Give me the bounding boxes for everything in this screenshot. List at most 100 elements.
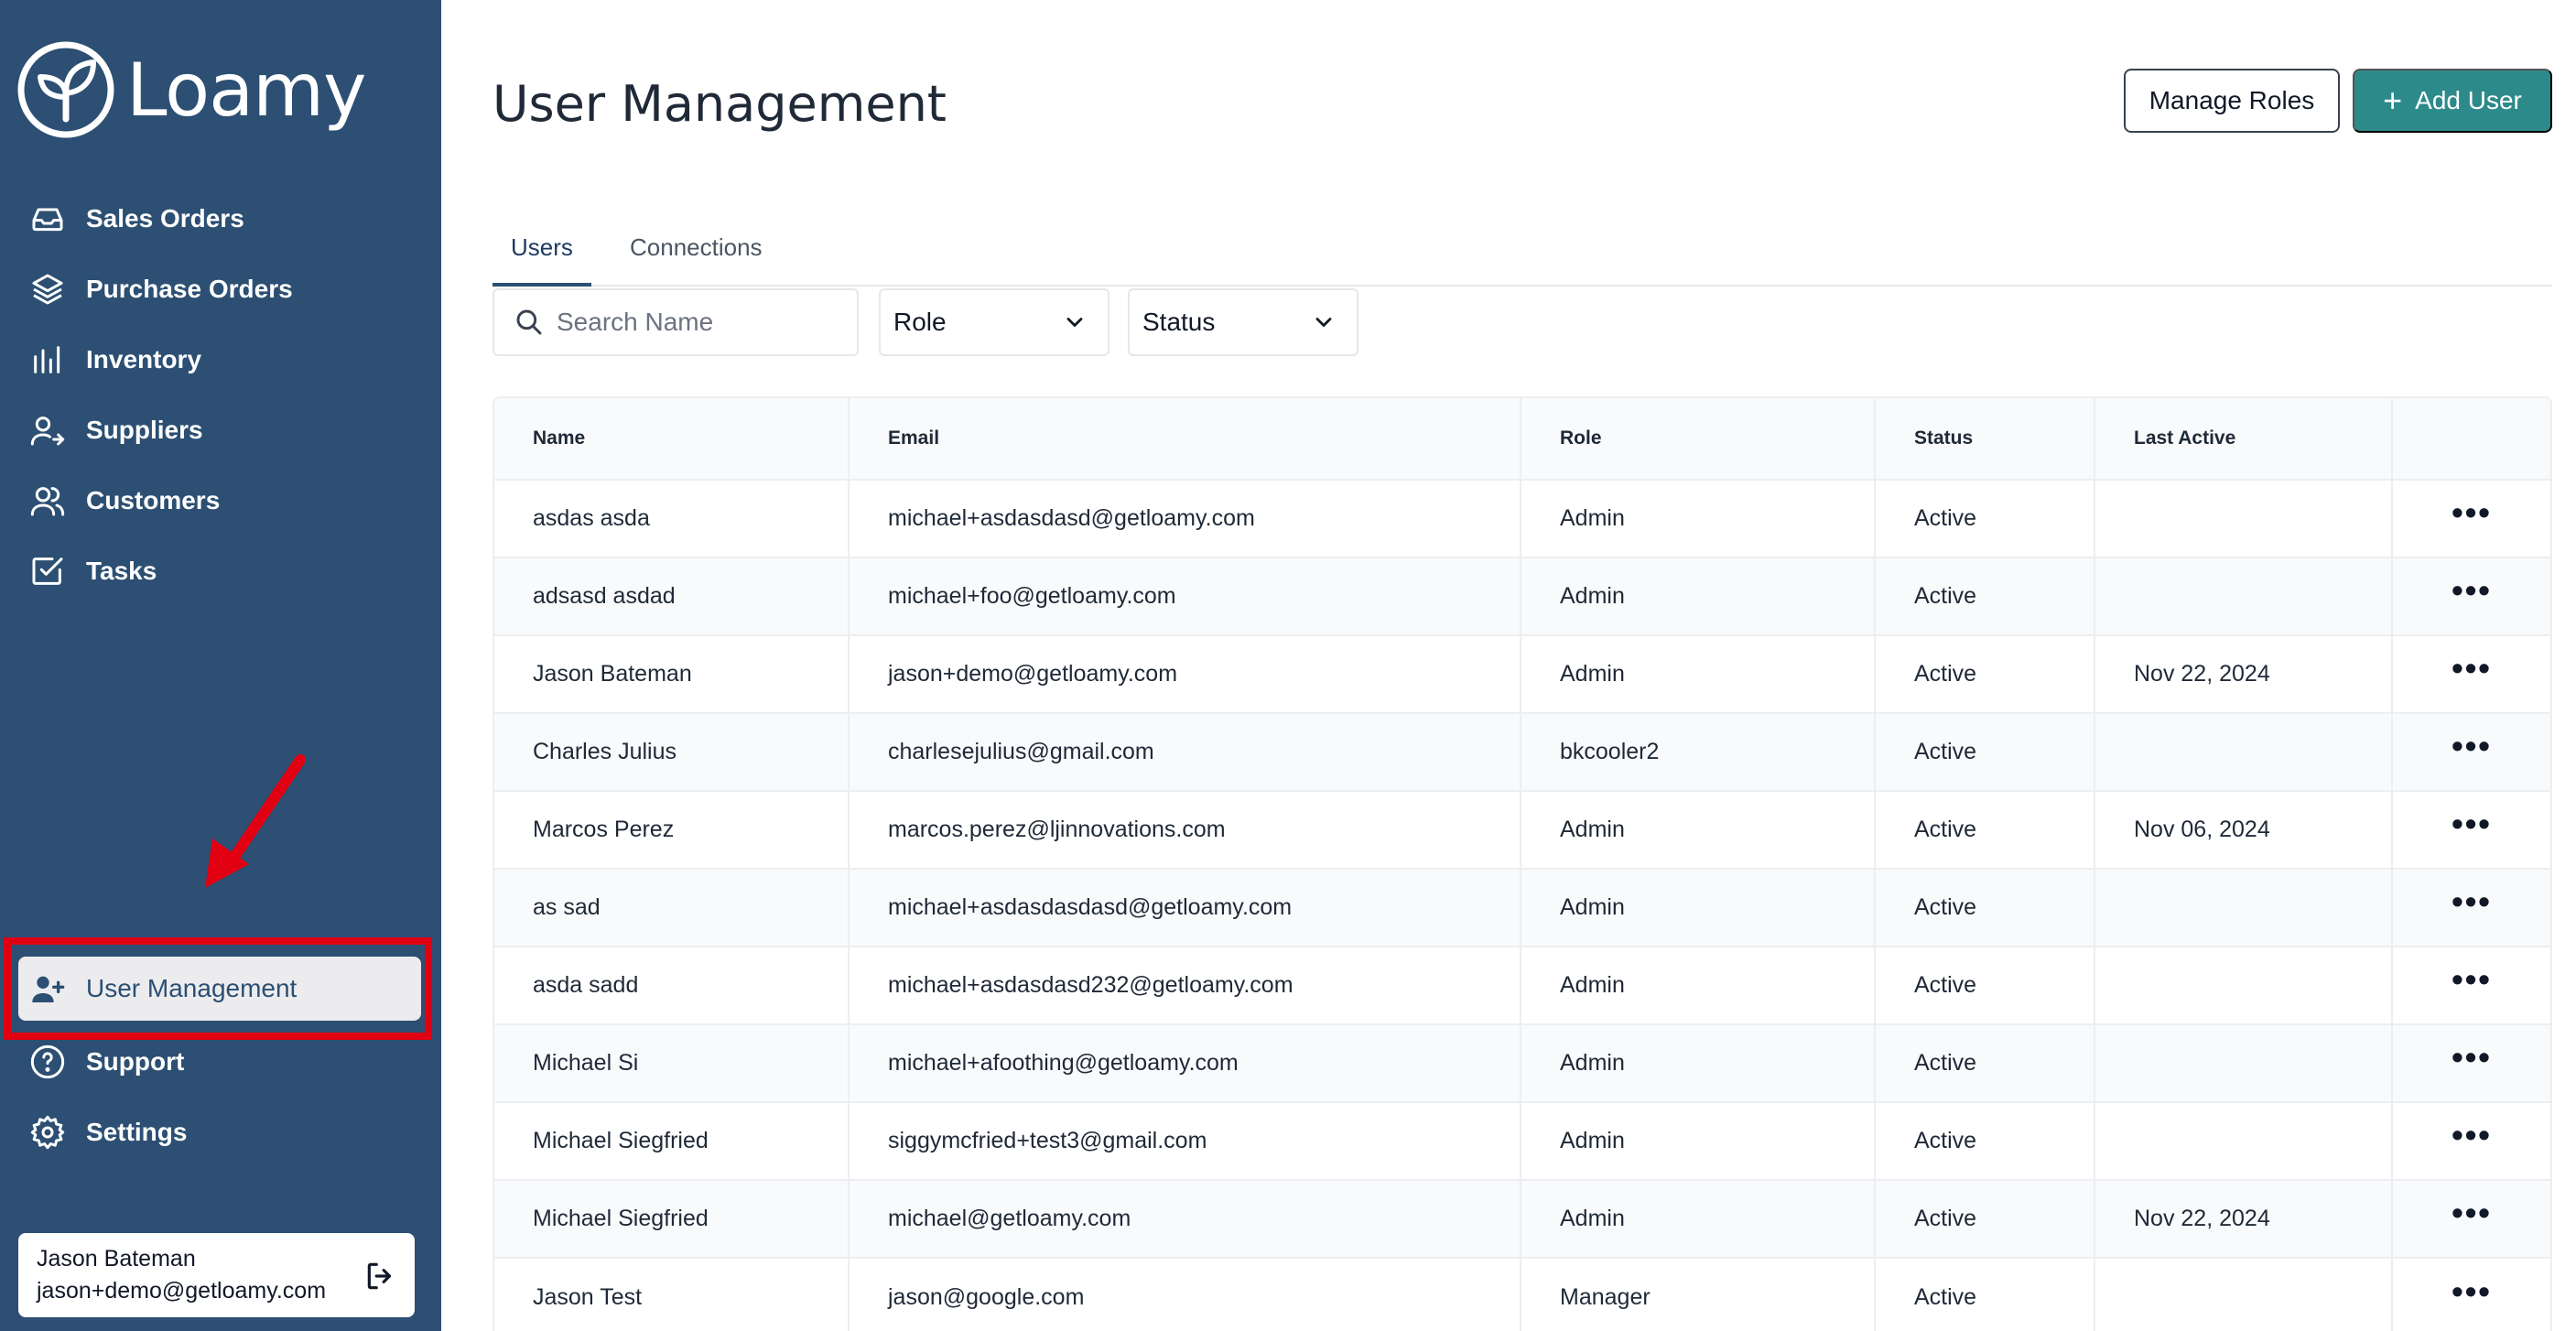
column-header-last-active[interactable]: Last Active: [2095, 398, 2393, 479]
sidebar-item-support[interactable]: Support: [18, 1026, 421, 1097]
cell-role: Admin: [1521, 636, 1876, 712]
sidebar-bottom-nav: User Management Support Settings: [18, 957, 421, 1167]
cell-status: Active: [1876, 636, 2095, 712]
table-row[interactable]: Michael Siegfried michael@getloamy.com Adm…: [494, 1181, 2550, 1259]
column-header-role[interactable]: Role: [1521, 398, 1876, 479]
table-row[interactable]: Jason Test jason@google.com Manager Active •…: [494, 1259, 2550, 1331]
search-icon: [516, 309, 542, 335]
more-options-icon[interactable]: •••: [2452, 1118, 2492, 1152]
cell-status: Active: [1876, 1025, 2095, 1101]
cell-role: Admin: [1521, 1103, 1876, 1179]
cell-email: marcos.perez@ljinnovations.com: [850, 792, 1521, 868]
table-row[interactable]: asdas asda michael+asdasdasd@getloamy.com…: [494, 481, 2550, 558]
cell-last-active: [2095, 481, 2393, 557]
cell-name: asdas asda: [494, 481, 850, 557]
cell-name: Jason Bateman: [494, 636, 850, 712]
chevron-down-icon: [1066, 318, 1083, 327]
row-actions-cell: •••: [2393, 1259, 2550, 1331]
layers-icon: [32, 274, 63, 304]
table-row[interactable]: Jason Bateman jason+demo@getloamy.com Admi…: [494, 636, 2550, 714]
cell-status: Active: [1876, 947, 2095, 1023]
table-row[interactable]: Michael Si michael+afoothing@getloamy.com…: [494, 1025, 2550, 1103]
logout-icon[interactable]: [363, 1259, 398, 1293]
cell-last-active: [2095, 714, 2393, 790]
sidebar-item-suppliers[interactable]: Suppliers: [18, 395, 421, 465]
table-row[interactable]: as sad michael+asdasdasdasd@getloamy.com A…: [494, 870, 2550, 947]
table-row[interactable]: asda sadd michael+asdasdasd232@getloamy.c…: [494, 947, 2550, 1025]
brand-logo[interactable]: Loamy: [16, 40, 366, 139]
table-row[interactable]: Michael Siegfried siggymcfried+test3@gmai…: [494, 1103, 2550, 1181]
cell-role: Admin: [1521, 1025, 1876, 1101]
more-options-icon[interactable]: •••: [2452, 729, 2492, 763]
more-options-icon[interactable]: •••: [2452, 651, 2492, 685]
row-actions-cell: •••: [2393, 714, 2550, 790]
sidebar-item-inventory[interactable]: Inventory: [18, 324, 421, 395]
current-user-card: Jason Bateman jason+demo@getloamy.com: [18, 1233, 415, 1317]
cell-status: Active: [1876, 558, 2095, 634]
manage-roles-button[interactable]: Manage Roles: [2124, 69, 2340, 133]
current-user-name: Jason Bateman: [37, 1246, 196, 1271]
gear-icon: [30, 1115, 65, 1149]
more-options-icon[interactable]: •••: [2452, 1196, 2492, 1229]
more-options-icon[interactable]: •••: [2452, 1040, 2492, 1074]
cell-email: michael@getloamy.com: [850, 1181, 1521, 1257]
tab-users[interactable]: Users: [492, 233, 591, 287]
sidebar-item-user-management[interactable]: User Management: [18, 957, 421, 1021]
cell-last-active: Nov 22, 2024: [2095, 636, 2393, 712]
column-header-email[interactable]: Email: [850, 398, 1521, 479]
cell-email: michael+asdasdasdasd@getloamy.com: [850, 870, 1521, 946]
row-actions-cell: •••: [2393, 870, 2550, 946]
user-plus-icon: [32, 976, 65, 1002]
cell-last-active: [2095, 1025, 2393, 1101]
tab-connections[interactable]: Connections: [612, 233, 781, 287]
row-actions-cell: •••: [2393, 792, 2550, 868]
sidebar-item-label: Suppliers: [86, 415, 203, 444]
cell-email: jason@google.com: [850, 1259, 1521, 1331]
bar-chart-icon: [34, 345, 60, 373]
plus-icon: +: [2383, 81, 2403, 119]
help-circle-icon: [30, 1044, 65, 1078]
more-options-icon[interactable]: •••: [2452, 495, 2492, 529]
table-row[interactable]: Charles Julius charlesejulius@gmail.com bk…: [494, 714, 2550, 792]
more-options-icon[interactable]: •••: [2452, 806, 2492, 840]
cell-role: Admin: [1521, 792, 1876, 868]
cell-role: bkcooler2: [1521, 714, 1876, 790]
cell-status: Active: [1876, 481, 2095, 557]
user-arrow-icon: [30, 416, 65, 445]
column-header-status[interactable]: Status: [1876, 398, 2095, 479]
cell-role: Admin: [1521, 947, 1876, 1023]
cell-name: Charles Julius: [494, 714, 850, 790]
inbox-icon: [32, 208, 63, 231]
cell-status: Active: [1876, 1259, 2095, 1331]
more-options-icon[interactable]: •••: [2452, 1274, 2492, 1308]
status-filter-label: Status: [1142, 308, 1216, 336]
table-row[interactable]: adsasd asdad michael+foo@getloamy.com Admi…: [494, 558, 2550, 636]
cell-email: michael+asdasdasd232@getloamy.com: [850, 947, 1521, 1023]
brand-name: Loamy: [126, 47, 366, 133]
sidebar-item-customers[interactable]: Customers: [18, 465, 421, 536]
sidebar-item-tasks[interactable]: Tasks: [18, 536, 421, 606]
page-title: User Management: [492, 75, 947, 133]
sidebar-item-sales-orders[interactable]: Sales Orders: [18, 183, 421, 254]
more-options-icon[interactable]: •••: [2452, 573, 2492, 607]
role-filter-select[interactable]: Role: [879, 288, 1109, 356]
more-options-icon[interactable]: •••: [2452, 884, 2492, 918]
sidebar-item-settings[interactable]: Settings: [18, 1097, 421, 1167]
status-filter-select[interactable]: Status: [1128, 288, 1358, 356]
sidebar-item-label: Settings: [86, 1117, 188, 1146]
red-arrow-annotation: [205, 754, 306, 888]
column-header-name[interactable]: Name: [494, 398, 850, 479]
current-user-email: jason+demo@getloamy.com: [37, 1278, 327, 1304]
add-user-button[interactable]: + Add User: [2353, 69, 2552, 133]
sidebar-item-label: Inventory: [86, 344, 202, 373]
cell-email: charlesejulius@gmail.com: [850, 714, 1521, 790]
more-options-icon[interactable]: •••: [2452, 962, 2492, 996]
table-row[interactable]: Marcos Perez marcos.perez@ljinnovations.c…: [494, 792, 2550, 870]
column-header-actions: [2393, 398, 2550, 479]
cell-email: jason+demo@getloamy.com: [850, 636, 1521, 712]
chevron-down-icon: [1315, 318, 1332, 327]
cell-name: Michael Siegfried: [494, 1181, 850, 1257]
add-user-label: Add User: [2415, 86, 2522, 114]
search-input[interactable]: [557, 308, 850, 337]
sidebar-item-purchase-orders[interactable]: Purchase Orders: [18, 254, 421, 324]
